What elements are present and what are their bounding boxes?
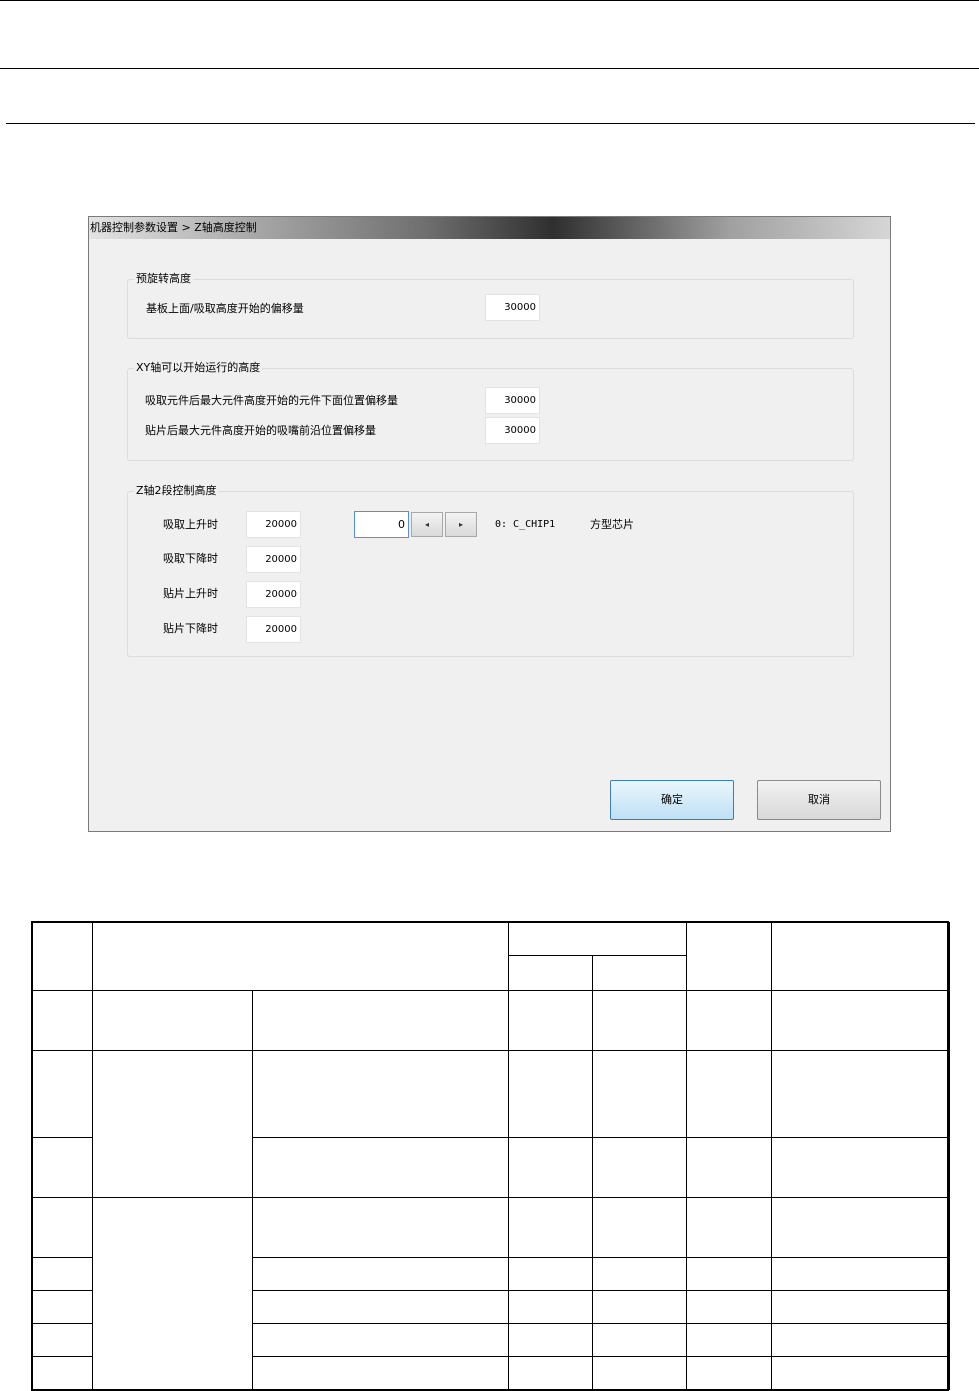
header-rule-bottom	[6, 123, 975, 124]
table-row	[32, 1197, 950, 1390]
xy-start-height-group-label: XY轴可以开始运行的高度	[134, 361, 263, 375]
z2-control-height-group: Z轴2段控制高度	[127, 484, 854, 657]
table-header-cell	[508, 955, 593, 991]
pickup-offset-field[interactable]: 30000	[485, 387, 540, 414]
parameter-table	[32, 922, 950, 1390]
placement-offset-label: 贴片后最大元件高度开始的吸嘴前沿位置偏移量	[145, 424, 376, 437]
component-index-spinner: ◂ ▸	[411, 512, 479, 537]
z-axis-height-dialog: 机器控制参数设置 > Z轴高度控制 预旋转高度 基板上面/吸取高度开始的偏移量 …	[88, 216, 891, 832]
pickup-rise-label: 吸取上升时	[163, 518, 218, 531]
pre-rotation-group-label: 预旋转高度	[134, 272, 193, 286]
table-header-cell	[592, 955, 687, 991]
component-code: 0: C_CHIP1	[495, 519, 556, 530]
substrate-offset-label: 基板上面/吸取高度开始的偏移量	[146, 302, 304, 315]
ok-button[interactable]: 确定	[610, 780, 734, 820]
pickup-rise-field[interactable]: 20000	[246, 511, 301, 538]
xy-start-height-group: XY轴可以开始运行的高度	[127, 361, 854, 461]
pickup-fall-field[interactable]: 20000	[246, 546, 301, 573]
component-name: 方型芯片	[590, 518, 634, 531]
place-rise-label: 贴片上升时	[163, 587, 218, 600]
header-rule-top	[0, 0, 979, 1]
title-bar: 机器控制参数设置 > Z轴高度控制	[89, 217, 890, 239]
substrate-offset-field[interactable]: 30000	[485, 294, 540, 321]
pickup-offset-label: 吸取元件后最大元件高度开始的元件下面位置偏移量	[145, 394, 398, 407]
place-fall-field[interactable]: 20000	[246, 616, 301, 643]
table-header-cell	[508, 922, 687, 956]
header-rule-middle	[0, 68, 979, 69]
table-header-cell	[686, 922, 772, 991]
previous-arrow-button[interactable]: ◂	[411, 512, 443, 537]
cancel-button[interactable]: 取消	[757, 780, 881, 820]
window-title: 机器控制参数设置 > Z轴高度控制	[90, 221, 257, 234]
pickup-fall-label: 吸取下降时	[163, 552, 218, 565]
table-row	[32, 990, 950, 1051]
z2-control-height-group-label: Z轴2段控制高度	[134, 484, 219, 498]
table-header-cell	[771, 922, 950, 991]
placement-offset-field[interactable]: 30000	[485, 417, 540, 444]
table-header-cell	[92, 922, 509, 991]
component-index-input[interactable]: 0	[354, 511, 409, 538]
next-arrow-button[interactable]: ▸	[445, 512, 477, 537]
table-header-cell	[32, 922, 93, 991]
place-fall-label: 贴片下降时	[163, 622, 218, 635]
table-row	[32, 1050, 950, 1198]
place-rise-field[interactable]: 20000	[246, 581, 301, 608]
